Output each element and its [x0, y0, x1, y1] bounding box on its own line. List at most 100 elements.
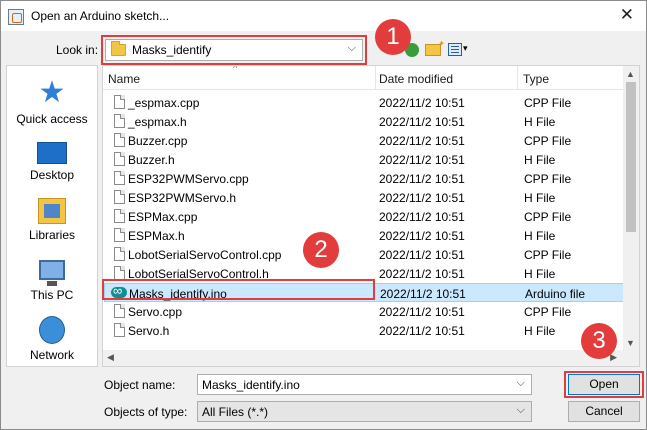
scroll-down-icon[interactable]: ▼	[626, 338, 635, 348]
cancel-button[interactable]: Cancel	[568, 401, 640, 422]
file-type: CPP File	[524, 134, 572, 148]
object-name-field[interactable]: Masks_identify.ino ⌵	[197, 374, 532, 395]
file-type: H File	[524, 229, 556, 243]
view-menu-icon[interactable]	[448, 43, 462, 56]
file-type: CPP File	[524, 172, 572, 186]
list-header: ^ Name Date modified Type	[103, 66, 625, 90]
file-icon	[114, 266, 125, 280]
file-name: Servo.h	[128, 324, 170, 338]
place-label: Libraries	[28, 228, 76, 242]
file-name: _espmax.cpp	[128, 96, 200, 110]
file-row[interactable]: ESP32PWMServo.cpp 2022/11/2 10:51 CPP Fi…	[104, 169, 624, 188]
desktop-icon	[37, 142, 67, 164]
horizontal-scrollbar[interactable]: ◀ ▶	[103, 350, 639, 366]
file-row[interactable]: Servo.h 2022/11/2 10:51 H File	[104, 321, 624, 340]
place-quick-access[interactable]: ★ Quick access	[7, 78, 97, 127]
file-date: 2022/11/2 10:51	[379, 115, 465, 129]
file-icon	[114, 114, 125, 128]
file-type: H File	[524, 324, 556, 338]
file-type: H File	[524, 267, 556, 281]
place-libraries[interactable]: Libraries	[7, 198, 97, 242]
file-icon	[114, 304, 125, 318]
step-badge-2: 2	[303, 232, 339, 268]
file-row[interactable]: Buzzer.h 2022/11/2 10:51 H File	[104, 150, 624, 169]
file-type: CPP File	[524, 210, 572, 224]
file-type: H File	[524, 115, 556, 129]
object-name-label: Object name:	[104, 378, 176, 392]
place-this-pc[interactable]: This PC	[7, 256, 97, 302]
chevron-down-icon[interactable]: ⌵	[517, 377, 525, 390]
new-folder-icon[interactable]	[425, 39, 445, 56]
scroll-left-icon[interactable]: ◀	[107, 352, 114, 363]
step-badge-3: 3	[581, 323, 617, 359]
file-date: 2022/11/2 10:51	[379, 172, 465, 186]
file-date: 2022/11/2 10:51	[379, 229, 465, 243]
file-date: 2022/11/2 10:51	[379, 134, 465, 148]
file-row[interactable]: ESPMax.h 2022/11/2 10:51 H File	[104, 226, 624, 245]
file-row[interactable]: LobotSerialServoControl.cpp 2022/11/2 10…	[104, 245, 624, 264]
objects-of-type-value: All Files (*.*)	[202, 405, 269, 419]
file-date: 2022/11/2 10:51	[379, 267, 465, 281]
close-icon[interactable]: ✕	[620, 6, 634, 24]
places-bar: ★ Quick access Desktop Libraries This PC…	[6, 65, 98, 367]
file-icon	[114, 228, 125, 242]
file-name: Buzzer.h	[128, 153, 175, 167]
file-row[interactable]: _espmax.h 2022/11/2 10:51 H File	[104, 112, 624, 131]
file-name: Servo.cpp	[128, 305, 183, 319]
place-label: Network	[29, 348, 74, 362]
file-row[interactable]: _espmax.cpp 2022/11/2 10:51 CPP File	[104, 93, 624, 112]
highlight-ino-file	[102, 279, 375, 300]
network-icon	[39, 316, 65, 344]
file-row[interactable]: ESPMax.cpp 2022/11/2 10:51 CPP File	[104, 207, 624, 226]
file-date: 2022/11/2 10:51	[379, 324, 465, 338]
file-name: Buzzer.cpp	[128, 134, 188, 148]
file-type: Arduino file	[525, 287, 586, 301]
java-app-icon	[8, 9, 24, 25]
look-in-label: Look in:	[56, 43, 99, 57]
highlight-look-in	[101, 35, 367, 65]
file-icon	[114, 152, 125, 166]
file-name: ESPMax.cpp	[128, 210, 198, 224]
file-icon	[114, 95, 125, 109]
vertical-scrollbar[interactable]: ▲ ▼	[623, 66, 639, 351]
open-sketch-dialog: Open an Arduino sketch... ✕ Look in: Mas…	[0, 0, 647, 430]
window-title: Open an Arduino sketch...	[31, 9, 170, 23]
file-date: 2022/11/2 10:51	[379, 191, 465, 205]
place-desktop[interactable]: Desktop	[7, 138, 97, 182]
column-name[interactable]: Name	[108, 72, 140, 86]
file-icon	[114, 133, 125, 147]
scroll-thumb[interactable]	[626, 82, 636, 232]
objects-of-type-dropdown[interactable]: All Files (*.*) ⌵	[197, 401, 532, 422]
file-row[interactable]: Servo.cpp 2022/11/2 10:51 CPP File	[104, 302, 624, 321]
libraries-icon	[38, 198, 66, 224]
place-label: Quick access	[16, 112, 88, 126]
file-date: 2022/11/2 10:51	[379, 96, 465, 110]
place-label: Desktop	[29, 168, 75, 182]
file-icon	[114, 190, 125, 204]
step-badge-1: 1	[375, 19, 411, 55]
sort-ascending-icon: ^	[233, 65, 238, 73]
file-name: LobotSerialServoControl.cpp	[128, 248, 282, 262]
column-type[interactable]: Type	[523, 72, 549, 86]
computer-icon	[39, 260, 65, 286]
scroll-up-icon[interactable]: ▲	[626, 69, 635, 79]
column-date-modified[interactable]: Date modified	[379, 72, 453, 86]
file-type: CPP File	[524, 248, 572, 262]
file-icon	[114, 247, 125, 261]
file-date: 2022/11/2 10:51	[379, 153, 465, 167]
file-icon	[114, 171, 125, 185]
view-menu-arrow-icon[interactable]: ▾	[463, 43, 468, 54]
column-divider[interactable]	[375, 66, 376, 90]
file-list[interactable]: ^ Name Date modified Type _espmax.cpp 20…	[102, 65, 640, 367]
file-type: CPP File	[524, 96, 572, 110]
place-network[interactable]: Network	[7, 316, 97, 362]
column-divider[interactable]	[517, 66, 518, 90]
file-type: H File	[524, 153, 556, 167]
file-row[interactable]: ESP32PWMServo.h 2022/11/2 10:51 H File	[104, 188, 624, 207]
object-name-value: Masks_identify.ino	[202, 378, 300, 392]
file-type: CPP File	[524, 305, 572, 319]
file-name: ESPMax.h	[128, 229, 185, 243]
chevron-down-icon[interactable]: ⌵	[517, 404, 525, 417]
file-type: H File	[524, 191, 556, 205]
file-row[interactable]: Buzzer.cpp 2022/11/2 10:51 CPP File	[104, 131, 624, 150]
